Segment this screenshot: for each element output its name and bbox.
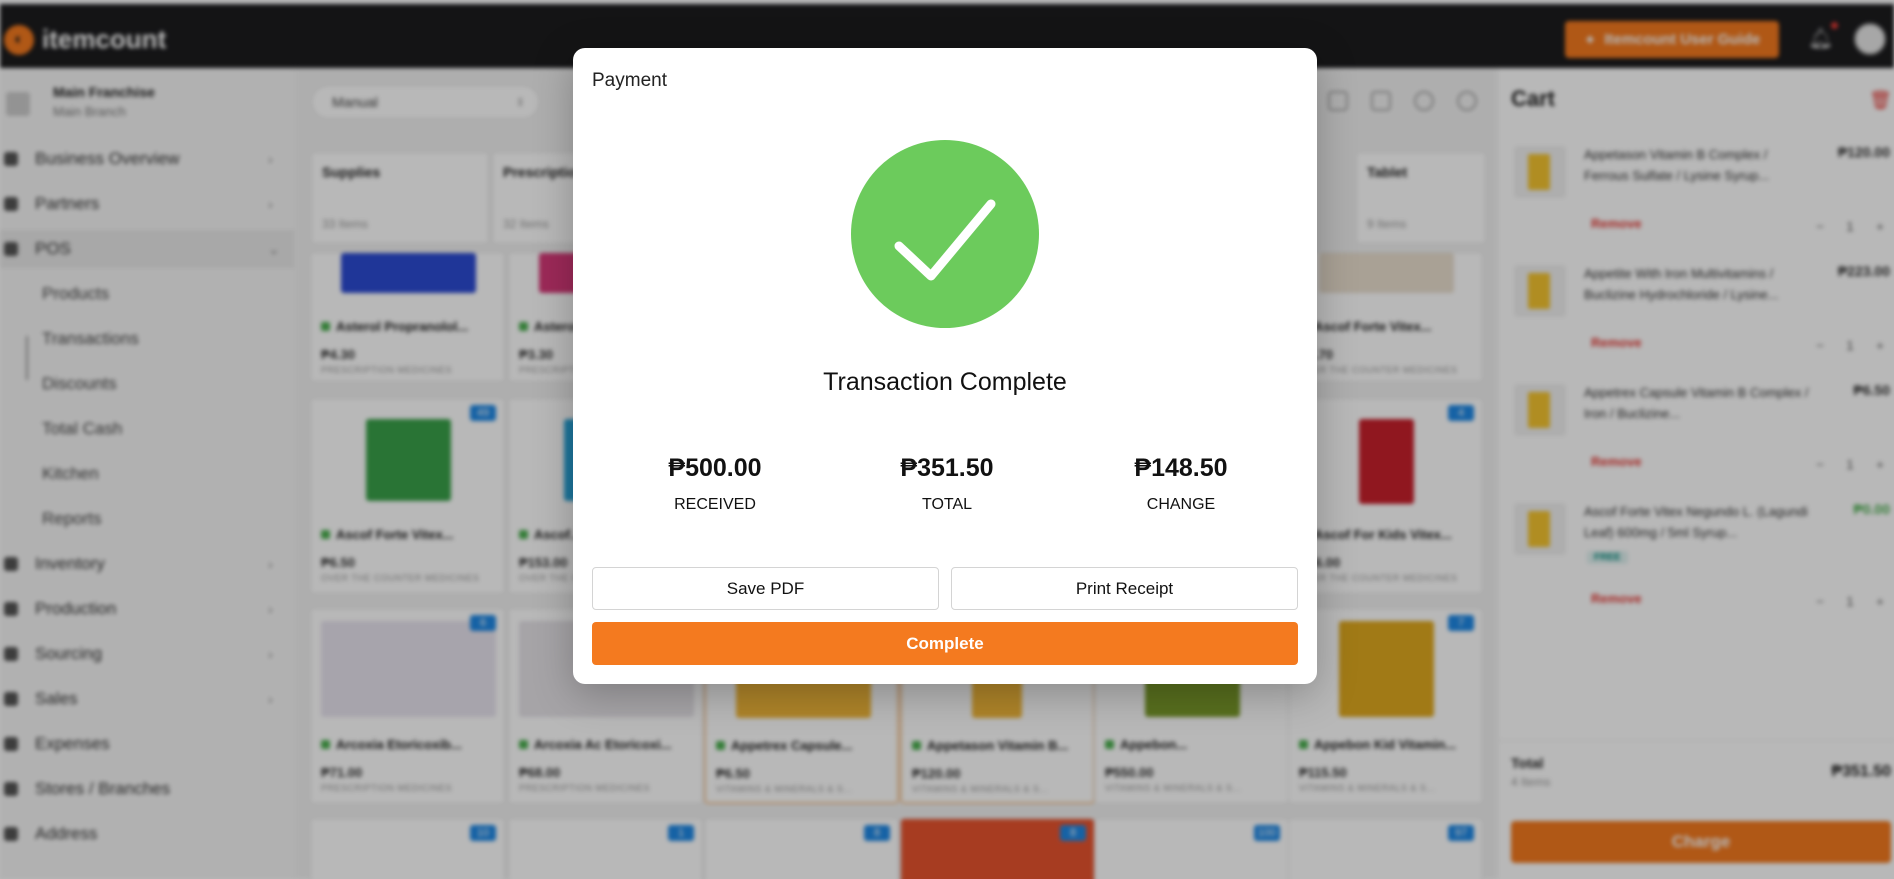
complete-button[interactable]: Complete	[592, 622, 1298, 665]
payment-modal: Payment Transaction Complete ₱500.00 REC…	[573, 48, 1317, 684]
change-amount: ₱148.50	[1134, 454, 1228, 482]
app-root: ◐ itemcount ✦ Itemcount User Guide 🔔︎ Ma…	[0, 0, 1894, 879]
modal-title: Payment	[592, 70, 667, 91]
checkmark-icon	[894, 199, 996, 281]
received-label: RECEIVED	[674, 496, 756, 513]
total-label: TOTAL	[921, 496, 973, 513]
save-pdf-button[interactable]: Save PDF	[592, 567, 939, 610]
success-checkmark-icon	[851, 140, 1039, 328]
print-receipt-button[interactable]: Print Receipt	[951, 567, 1298, 610]
received-amount: ₱500.00	[668, 454, 762, 482]
change-label: CHANGE	[1146, 496, 1216, 513]
transaction-status: Transaction Complete	[823, 368, 1067, 396]
total-amount: ₱351.50	[900, 454, 994, 482]
